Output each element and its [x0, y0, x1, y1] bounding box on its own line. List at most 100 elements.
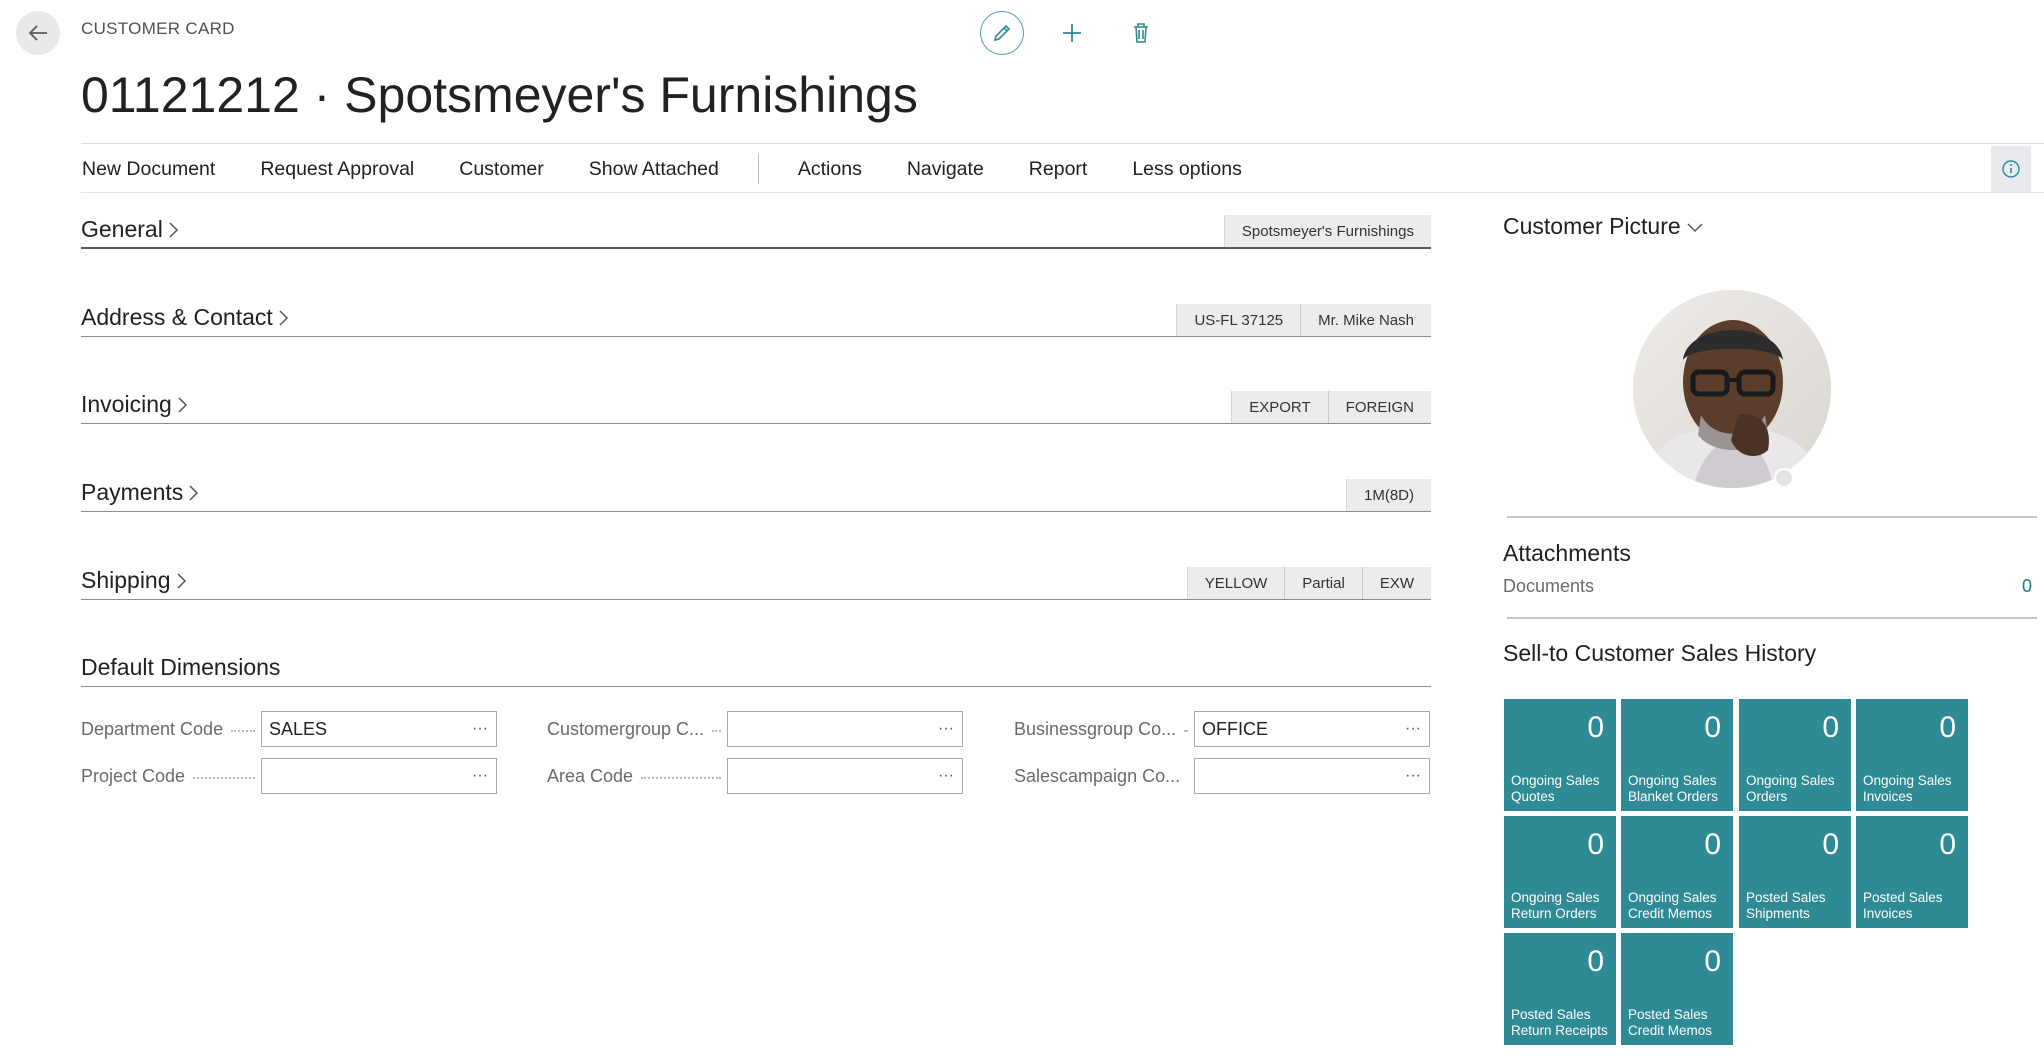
area-code-input[interactable]: ···: [727, 758, 963, 794]
cue-value: 0: [1939, 711, 1956, 744]
documents-label: Documents: [1503, 576, 1595, 596]
action-actions[interactable]: Actions: [798, 158, 862, 181]
cue-tile[interactable]: 0 Ongoing Sales Invoices: [1856, 699, 1968, 811]
action-report[interactable]: Report: [1029, 158, 1088, 181]
attachments-title: Attachments: [1503, 540, 1631, 566]
project-code-field: Project Code ···: [81, 758, 497, 794]
fasttab-address-chip: Mr. Mike Nash: [1300, 304, 1431, 336]
cue-value: 0: [1704, 828, 1721, 861]
fasttab-invoicing-header[interactable]: Invoicing: [81, 391, 188, 418]
edit-button[interactable]: [980, 11, 1024, 55]
chevron-right-icon: [169, 221, 178, 238]
cue-tile[interactable]: 0 Posted Sales Shipments: [1739, 816, 1851, 928]
default-dimensions-title: Default Dimensions: [81, 654, 281, 680]
cue-label: Ongoing Sales Return Orders: [1511, 890, 1600, 921]
lookup-ellipsis-icon[interactable]: ···: [1405, 767, 1421, 785]
action-new-document[interactable]: New Document: [82, 158, 215, 181]
cue-tile[interactable]: 0 Ongoing Sales Credit Memos: [1621, 816, 1733, 928]
lookup-ellipsis-icon[interactable]: ···: [1405, 720, 1421, 738]
documents-count-link[interactable]: 0: [2022, 576, 2032, 597]
customergroup-code-input[interactable]: ···: [727, 711, 963, 747]
page-title: 01121212 · Spotsmeyer's Furnishings: [81, 67, 918, 123]
salescampaign-code-input[interactable]: ···: [1194, 758, 1430, 794]
fasttab-payments-header[interactable]: Payments: [81, 479, 199, 506]
chevron-right-icon: [189, 484, 199, 501]
customer-picture-title: Customer Picture: [1503, 213, 1681, 239]
action-request-approval[interactable]: Request Approval: [260, 158, 414, 181]
action-customer[interactable]: Customer: [459, 158, 544, 181]
customer-picture-header[interactable]: Customer Picture: [1503, 213, 1705, 240]
lookup-ellipsis-icon[interactable]: ···: [472, 767, 488, 785]
cue-label: Posted Sales Shipments: [1746, 890, 1826, 921]
fasttab-invoicing-title: Invoicing: [81, 391, 172, 417]
project-code-label: Project Code: [81, 765, 186, 786]
fasttab-payments-chip: 1M(8D): [1345, 479, 1431, 511]
fasttab-payments: Payments 1M(8D): [81, 472, 1431, 512]
fasttab-general-chip: Spotsmeyer's Furnishings: [1223, 215, 1431, 247]
cue-tile[interactable]: 0 Posted Sales Invoices: [1856, 816, 1968, 928]
area-code-label: Area Code: [547, 765, 634, 786]
businessgroup-code-input[interactable]: OFFICE ···: [1194, 711, 1430, 747]
cue-value: 0: [1939, 828, 1956, 861]
action-navigate[interactable]: Navigate: [907, 158, 984, 181]
lookup-ellipsis-icon[interactable]: ···: [938, 767, 954, 785]
fasttab-address-contact: Address & Contact US-FL 37125 Mr. Mike N…: [81, 297, 1431, 337]
fasttab-shipping-title: Shipping: [81, 567, 171, 593]
fasttab-shipping-header[interactable]: Shipping: [81, 567, 187, 594]
fasttab-address-title: Address & Contact: [81, 304, 273, 330]
department-code-input[interactable]: SALES ···: [261, 711, 497, 747]
fasttab-shipping-chip: EXW: [1361, 567, 1431, 599]
trash-icon: [1134, 23, 1148, 43]
cue-value: 0: [1704, 711, 1721, 744]
cue-tile[interactable]: 0 Ongoing Sales Blanket Orders: [1621, 699, 1733, 811]
customer-avatar[interactable]: [1633, 290, 1831, 488]
fasttab-shipping-chip: YELLOW: [1186, 567, 1285, 599]
new-button[interactable]: [1050, 11, 1094, 55]
info-icon: [2002, 160, 2020, 178]
department-code-label: Department Code: [81, 718, 224, 739]
fasttab-divider: [81, 336, 1431, 337]
cue-value: 0: [1704, 945, 1721, 978]
cue-value: 0: [1587, 711, 1604, 744]
chevron-right-icon: [279, 309, 288, 326]
back-button[interactable]: [16, 11, 60, 55]
businessgroup-code-field: Businessgroup Co... OFFICE ···: [1014, 711, 1430, 747]
action-less-options[interactable]: Less options: [1132, 158, 1242, 181]
action-bar: New Document Request Approval Customer S…: [82, 146, 1287, 192]
cue-tile[interactable]: 0 Ongoing Sales Orders: [1739, 699, 1851, 811]
chevron-right-icon: [177, 572, 186, 589]
cue-label: Posted Sales Credit Memos: [1628, 1007, 1713, 1038]
arrow-left-icon: [28, 25, 47, 41]
cue-label: Ongoing Sales Invoices: [1863, 773, 1952, 804]
cue-label: Ongoing Sales Blanket Orders: [1628, 773, 1719, 804]
lookup-ellipsis-icon[interactable]: ···: [472, 720, 488, 738]
businessgroup-code-label: Businessgroup Co...: [1014, 718, 1177, 739]
delete-button[interactable]: [1119, 11, 1163, 55]
cue-value: 0: [1587, 945, 1604, 978]
page-caption: CUSTOMER CARD: [81, 19, 235, 38]
lookup-ellipsis-icon[interactable]: ···: [938, 720, 954, 738]
default-dimensions-divider: [81, 686, 1431, 687]
cue-label: Ongoing Sales Quotes: [1511, 773, 1600, 804]
factbox-toggle-button[interactable]: [1991, 146, 2031, 192]
cue-tile[interactable]: 0 Posted Sales Credit Memos: [1621, 933, 1733, 1045]
chevron-down-icon: [1687, 222, 1703, 232]
fasttab-shipping: Shipping YELLOW Partial EXW: [81, 560, 1431, 600]
cue-tile[interactable]: 0 Ongoing Sales Quotes: [1504, 699, 1616, 811]
plus-icon: [1063, 24, 1081, 42]
fasttab-payments-title: Payments: [81, 479, 184, 505]
actionbar-divider-top: [81, 143, 2044, 144]
cue-label: Ongoing Sales Credit Memos: [1628, 890, 1717, 921]
fasttab-general-header[interactable]: General: [81, 216, 179, 243]
fasttab-divider: [81, 511, 1431, 512]
fasttab-address-header[interactable]: Address & Contact: [81, 304, 289, 331]
project-code-input[interactable]: ···: [261, 758, 497, 794]
action-show-attached[interactable]: Show Attached: [589, 158, 719, 181]
department-code-field: Department Code SALES ···: [81, 711, 497, 747]
cue-tile[interactable]: 0 Ongoing Sales Return Orders: [1504, 816, 1616, 928]
person-photo: [1633, 290, 1831, 488]
cue-label: Posted Sales Return Receipts: [1511, 1007, 1608, 1038]
businessgroup-code-value: OFFICE: [1202, 718, 1268, 739]
cue-tile[interactable]: 0 Posted Sales Return Receipts: [1504, 933, 1616, 1045]
avatar-status-dot: [1774, 468, 1794, 488]
